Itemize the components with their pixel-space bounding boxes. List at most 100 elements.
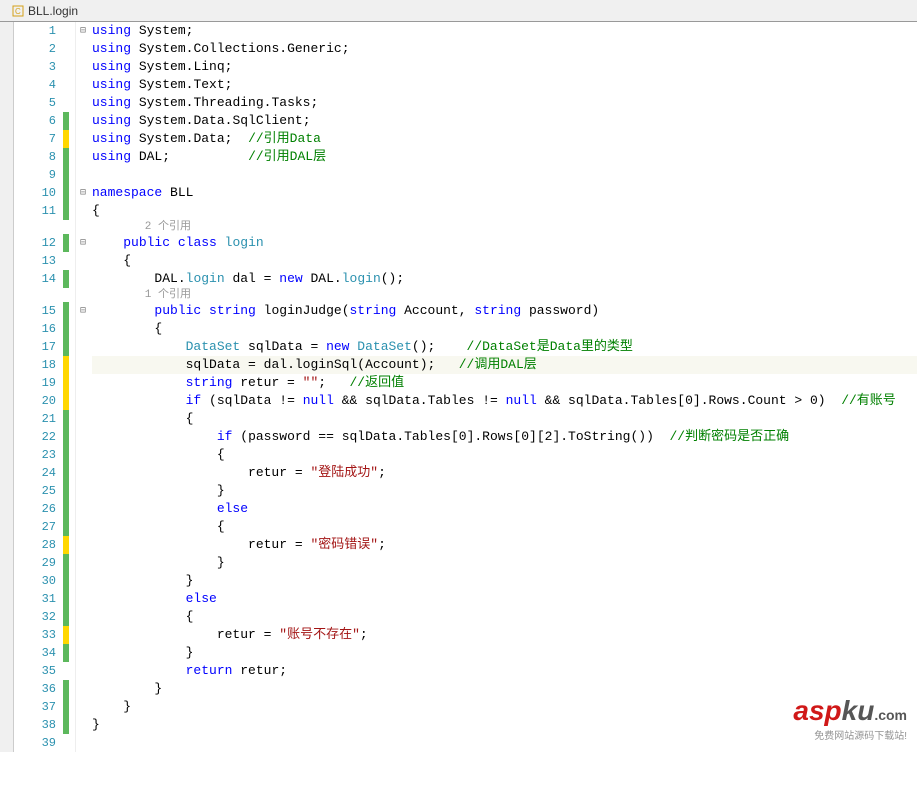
fold-toggle [76,392,90,410]
change-marker [63,500,69,518]
code-line[interactable]: retur = "密码错误"; [92,536,917,554]
code-area[interactable]: using System;using System.Collections.Ge… [90,22,917,752]
line-number: 17 [14,338,56,356]
line-number: 29 [14,554,56,572]
line-number: 15 [14,302,56,320]
fold-toggle[interactable]: ⊟ [76,302,90,320]
change-marker [63,148,69,166]
line-number: 31 [14,590,56,608]
code-line[interactable]: { [92,410,917,428]
code-line[interactable]: return retur; [92,662,917,680]
fold-toggle [76,252,90,270]
fold-toggle[interactable]: ⊟ [76,234,90,252]
change-marker [63,644,69,662]
line-number: 20 [14,392,56,410]
tab-title: BLL.login [28,4,78,18]
line-number: 19 [14,374,56,392]
code-line[interactable]: namespace BLL [92,184,917,202]
change-marker [63,130,69,148]
code-line[interactable]: } [92,644,917,662]
change-marker [63,234,69,252]
fold-toggle [76,464,90,482]
change-marker [63,252,69,270]
line-number: 30 [14,572,56,590]
code-line[interactable]: DataSet sqlData = new DataSet(); //DataS… [92,338,917,356]
fold-toggle [76,320,90,338]
watermark-text-black: ku [842,695,875,726]
code-line[interactable]: sqlData = dal.loginSql(Account); //调用DAL… [92,356,917,374]
code-line[interactable]: if (password == sqlData.Tables[0].Rows[0… [92,428,917,446]
change-marker [63,392,69,410]
csharp-file-icon: C [12,5,24,17]
line-number: 35 [14,662,56,680]
line-number: 38 [14,716,56,734]
change-marker-column [62,22,76,752]
code-line[interactable]: using System.Linq; [92,58,917,76]
line-number: 9 [14,166,56,184]
fold-toggle [76,356,90,374]
code-line[interactable]: string retur = ""; //返回值 [92,374,917,392]
code-line[interactable]: using System.Collections.Generic; [92,40,917,58]
code-line[interactable]: { [92,320,917,338]
code-line[interactable]: } [92,554,917,572]
line-number: 16 [14,320,56,338]
code-line[interactable]: using DAL; //引用DAL层 [92,148,917,166]
code-line[interactable]: using System.Text; [92,76,917,94]
change-marker [63,40,69,58]
change-marker [63,302,69,320]
code-line[interactable]: public string loginJudge(string Account,… [92,302,917,320]
code-line[interactable]: if (sqlData != null && sqlData.Tables !=… [92,392,917,410]
fold-toggle [76,410,90,428]
change-marker [63,58,69,76]
codelens-reference[interactable]: 2 个引用 [92,220,917,234]
code-line[interactable] [92,166,917,184]
change-marker [63,166,69,184]
code-line[interactable]: { [92,518,917,536]
fold-toggle [76,76,90,94]
code-line[interactable]: } [92,572,917,590]
code-line[interactable]: { [92,252,917,270]
line-number: 13 [14,252,56,270]
line-number: 28 [14,536,56,554]
code-line[interactable]: { [92,202,917,220]
file-tab[interactable]: C BLL.login [4,2,86,20]
code-line[interactable]: retur = "登陆成功"; [92,464,917,482]
code-line[interactable]: using System; [92,22,917,40]
line-number: 22 [14,428,56,446]
fold-toggle [76,608,90,626]
line-number: 2 [14,40,56,58]
fold-toggle [76,94,90,112]
line-number: 4 [14,76,56,94]
code-line[interactable]: using System.Data; //引用Data [92,130,917,148]
code-line[interactable]: { [92,608,917,626]
code-line[interactable]: { [92,446,917,464]
breakpoint-margin[interactable] [0,22,14,752]
fold-toggle [76,644,90,662]
watermark-suffix: .com [874,707,907,723]
code-line[interactable]: using System.Data.SqlClient; [92,112,917,130]
code-line[interactable]: } [92,482,917,500]
fold-toggle [76,148,90,166]
fold-toggle [76,590,90,608]
code-editor[interactable]: 1234567891011121314151617181920212223242… [0,22,917,752]
codelens-reference[interactable]: 1 个引用 [92,288,917,302]
code-line[interactable]: else [92,590,917,608]
code-line[interactable]: using System.Threading.Tasks; [92,94,917,112]
fold-toggle[interactable]: ⊟ [76,184,90,202]
change-marker [63,626,69,644]
fold-toggle [76,166,90,184]
fold-toggle [76,446,90,464]
watermark: aspku.com 免费网站源码下载站! [793,695,907,742]
code-line[interactable]: else [92,500,917,518]
code-line[interactable]: retur = "账号不存在"; [92,626,917,644]
line-number: 12 [14,234,56,252]
line-number: 10 [14,184,56,202]
fold-toggle[interactable]: ⊟ [76,22,90,40]
fold-toggle [76,112,90,130]
code-line[interactable]: public class login [92,234,917,252]
line-number: 8 [14,148,56,166]
line-number: 37 [14,698,56,716]
line-number: 5 [14,94,56,112]
code-line[interactable]: DAL.login dal = new DAL.login(); [92,270,917,288]
svg-text:C: C [15,7,21,16]
